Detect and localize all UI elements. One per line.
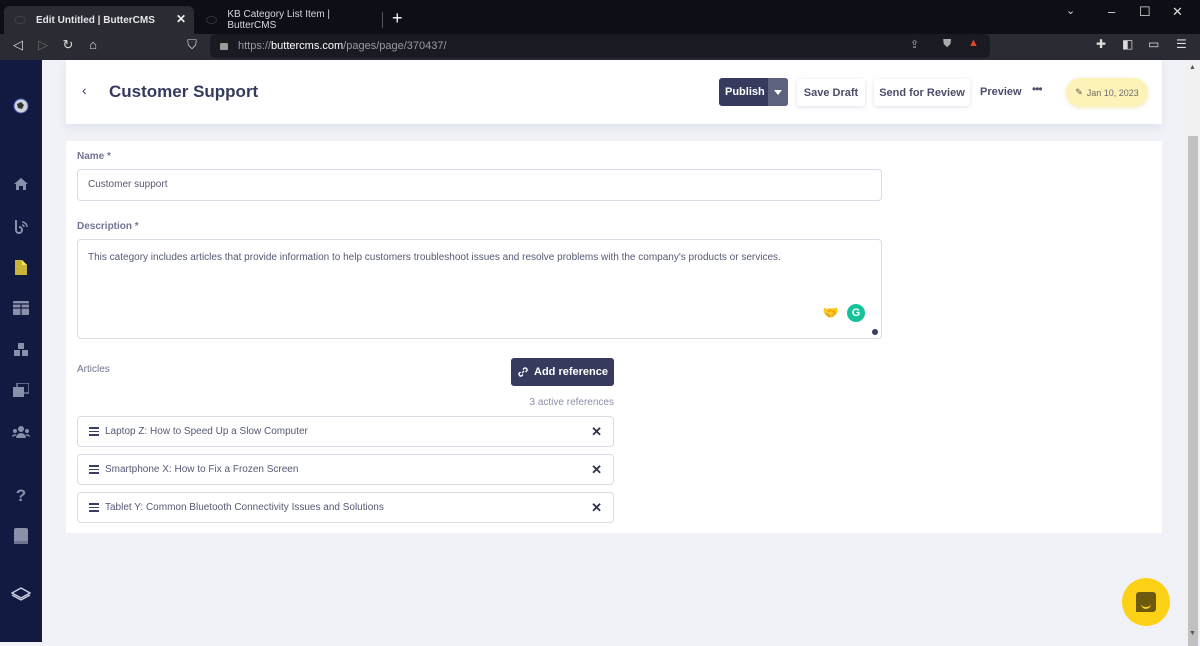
pencil-icon: ✎ xyxy=(1075,87,1083,97)
send-for-review-button[interactable]: Send for Review xyxy=(874,79,970,106)
drag-handle-icon[interactable] xyxy=(89,501,99,514)
publish-options-dropdown[interactable] xyxy=(768,78,788,106)
drag-handle-icon[interactable] xyxy=(89,463,99,476)
resize-handle[interactable] xyxy=(872,329,878,335)
tab-search-icon[interactable]: ⌄ xyxy=(1066,4,1075,17)
sidebar-icon[interactable]: ◧ xyxy=(1122,37,1133,51)
publish-button-group: Publish xyxy=(719,78,788,106)
tab-separator xyxy=(382,12,383,28)
page-scrollbar[interactable]: ▲ ▼ xyxy=(1186,60,1200,646)
url-host: buttercms.com xyxy=(271,40,344,52)
url-scheme: https:// xyxy=(238,40,272,52)
add-reference-button[interactable]: Add reference xyxy=(511,358,614,386)
chevron-down-icon xyxy=(774,89,782,95)
chat-support-button[interactable] xyxy=(1122,578,1170,626)
scrollbar-thumb[interactable] xyxy=(1188,136,1198,646)
add-reference-label: Add reference xyxy=(534,366,608,378)
save-draft-button[interactable]: Save Draft xyxy=(797,79,865,106)
app-sidebar: ? xyxy=(0,60,42,642)
drag-handle-icon[interactable] xyxy=(89,425,99,438)
close-tab-icon[interactable]: ✕ xyxy=(176,12,186,26)
blog-icon[interactable] xyxy=(11,216,31,236)
browser-chrome: Edit Untitled | ButterCMS ✕ KB Category … xyxy=(0,0,1200,60)
back-icon[interactable]: ◁ xyxy=(8,37,28,53)
pages-icon[interactable] xyxy=(11,257,31,277)
handshake-emoji-icon[interactable]: 🤝 xyxy=(823,306,839,320)
articles-label: Articles xyxy=(77,364,110,375)
minimize-icon[interactable]: – xyxy=(1108,4,1115,19)
back-chevron-icon[interactable]: ‹ xyxy=(82,82,87,98)
menu-icon[interactable]: ☰ xyxy=(1176,37,1187,51)
description-textarea[interactable]: This category includes articles that pro… xyxy=(77,239,882,339)
reference-item[interactable]: Laptop Z: How to Speed Up a Slow Compute… xyxy=(77,416,614,447)
description-label: Description * xyxy=(77,221,139,232)
publish-date: Jan 10, 2023 xyxy=(1086,87,1139,98)
help-icon[interactable]: ? xyxy=(11,486,31,506)
close-window-icon[interactable]: ✕ xyxy=(1172,4,1183,20)
tab-edit-untitled[interactable]: Edit Untitled | ButterCMS ✕ xyxy=(4,6,194,34)
remove-reference-icon[interactable]: ✕ xyxy=(591,424,602,440)
media-icon[interactable] xyxy=(11,380,31,400)
reference-title: Laptop Z: How to Speed Up a Slow Compute… xyxy=(105,426,308,437)
reference-item[interactable]: Tablet Y: Common Bluetooth Connectivity … xyxy=(77,492,614,523)
wallet-icon[interactable]: ▭ xyxy=(1148,37,1159,51)
reference-title: Smartphone X: How to Fix a Frozen Screen xyxy=(105,464,299,475)
browser-toolbar: ◁ ▷ ↻ ⌂ ⛉ https://buttercms.com/pages/pa… xyxy=(0,34,1200,60)
brave-rewards-icon[interactable]: ▲ xyxy=(968,37,979,49)
maximize-icon[interactable]: ☐ xyxy=(1139,4,1151,20)
preview-button[interactable]: Preview xyxy=(980,86,1022,98)
description-text: This category includes articles that pro… xyxy=(88,252,781,263)
bookmark-icon[interactable]: ⛉ xyxy=(182,37,202,53)
new-tab-button[interactable]: + xyxy=(392,8,403,29)
collections-icon[interactable] xyxy=(11,298,31,318)
page-header: ‹ Customer Support Publish Save Draft Se… xyxy=(66,60,1162,124)
reference-item[interactable]: Smartphone X: How to Fix a Frozen Screen… xyxy=(77,454,614,485)
docs-icon[interactable] xyxy=(11,526,31,546)
favicon-icon xyxy=(206,16,218,24)
scroll-down-icon[interactable]: ▼ xyxy=(1189,630,1196,637)
tab-bar: Edit Untitled | ButterCMS ✕ KB Category … xyxy=(0,0,1200,34)
home-icon[interactable] xyxy=(11,174,31,194)
extensions-icon[interactable]: ✚ xyxy=(1096,37,1106,51)
page-title: Customer Support xyxy=(109,82,259,101)
brave-shield-icon[interactable]: ⛊ xyxy=(943,38,951,51)
lock-icon xyxy=(220,42,228,50)
tab-kb-category[interactable]: KB Category List Item | ButterCMS xyxy=(196,6,382,34)
favicon-icon xyxy=(14,16,26,24)
grammarly-icon[interactable]: G xyxy=(847,304,865,322)
home-icon[interactable]: ⌂ xyxy=(83,37,103,52)
chat-bubble-icon xyxy=(1136,592,1156,612)
active-references-count: 3 active references xyxy=(529,397,615,408)
address-bar[interactable]: https://buttercms.com/pages/page/370437/… xyxy=(210,34,990,58)
name-label: Name * xyxy=(77,151,111,162)
share-icon[interactable]: ⇪ xyxy=(910,38,919,51)
remove-reference-icon[interactable]: ✕ xyxy=(591,462,602,478)
publish-date-button[interactable]: ✎ Jan 10, 2023 xyxy=(1066,78,1148,107)
account-avatar-icon[interactable] xyxy=(11,96,31,116)
main-content: ‹ Customer Support Publish Save Draft Se… xyxy=(42,60,1186,642)
layers-icon[interactable] xyxy=(11,584,31,604)
more-options-button[interactable]: ••• xyxy=(1032,82,1043,96)
users-icon[interactable] xyxy=(11,422,31,442)
scroll-up-icon[interactable]: ▲ xyxy=(1189,64,1196,71)
forward-icon[interactable]: ▷ xyxy=(33,37,53,53)
reload-icon[interactable]: ↻ xyxy=(58,37,78,53)
page-form: Name * Customer support Description * Th… xyxy=(66,141,1162,533)
tab-title: Edit Untitled | ButterCMS xyxy=(36,14,155,26)
tab-title: KB Category List Item | ButterCMS xyxy=(227,9,331,31)
components-icon[interactable] xyxy=(11,340,31,360)
remove-reference-icon[interactable]: ✕ xyxy=(591,500,602,516)
reference-title: Tablet Y: Common Bluetooth Connectivity … xyxy=(105,502,384,513)
url-path: /pages/page/370437/ xyxy=(343,40,447,52)
name-input[interactable]: Customer support xyxy=(77,169,882,201)
link-icon xyxy=(518,367,528,377)
publish-button[interactable]: Publish xyxy=(719,86,768,98)
